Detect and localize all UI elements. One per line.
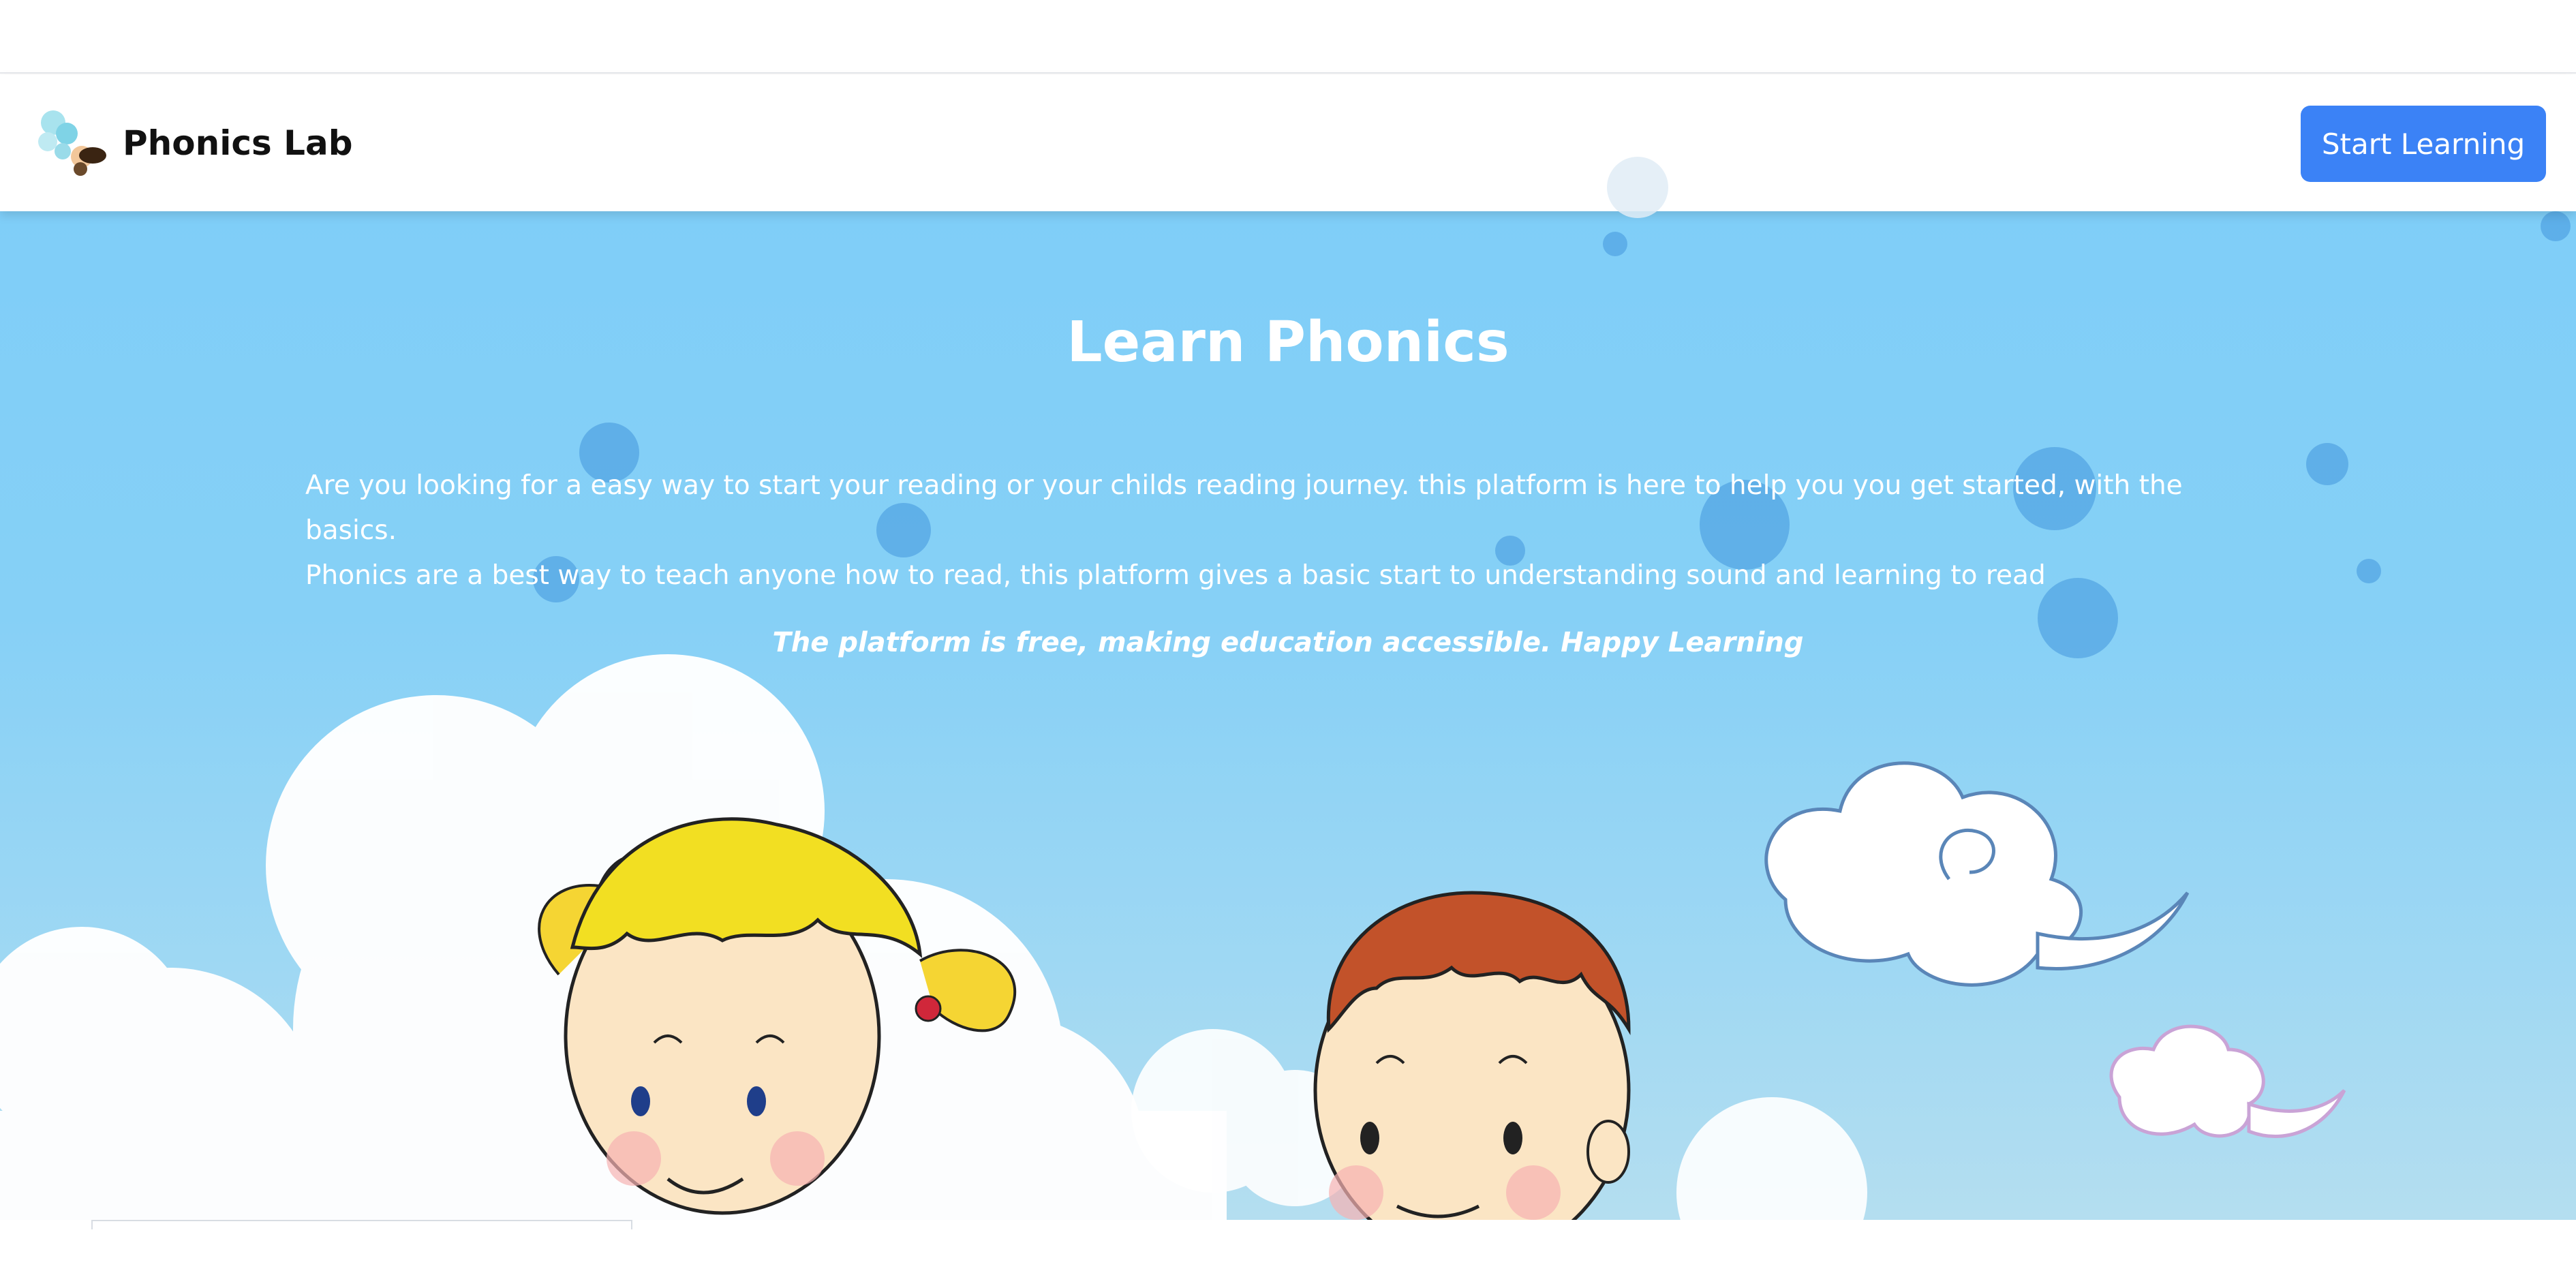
decorative-bubble bbox=[2306, 443, 2348, 485]
top-blank-bar bbox=[0, 0, 2576, 74]
start-learning-button[interactable]: Start Learning bbox=[2301, 106, 2546, 182]
bottom-strip bbox=[0, 1220, 2576, 1288]
hero-description-line: Are you looking for a easy way to start … bbox=[305, 470, 2183, 546]
phonics-lab-logo-icon bbox=[27, 102, 109, 184]
hero-title: Learn Phonics bbox=[1067, 309, 1509, 375]
decorative-bubble bbox=[2357, 559, 2381, 583]
decorative-bubble bbox=[2541, 211, 2571, 241]
brand-name: Phonics Lab bbox=[123, 123, 353, 163]
hero-description: Are you looking for a easy way to start … bbox=[305, 463, 2282, 598]
decorative-bubble bbox=[1603, 232, 1627, 256]
navbar: Phonics Lab Start Learning bbox=[0, 75, 2576, 211]
bottom-card-edge bbox=[91, 1220, 632, 1229]
brand[interactable]: Phonics Lab bbox=[27, 102, 353, 184]
hero-note: The platform is free, making education a… bbox=[772, 627, 1804, 658]
hero-description-line: Phonics are a best way to teach anyone h… bbox=[305, 560, 2046, 591]
hero-section: Learn Phonics Are you looking for a easy… bbox=[0, 211, 2576, 1220]
decorative-bubble bbox=[1607, 157, 1668, 218]
